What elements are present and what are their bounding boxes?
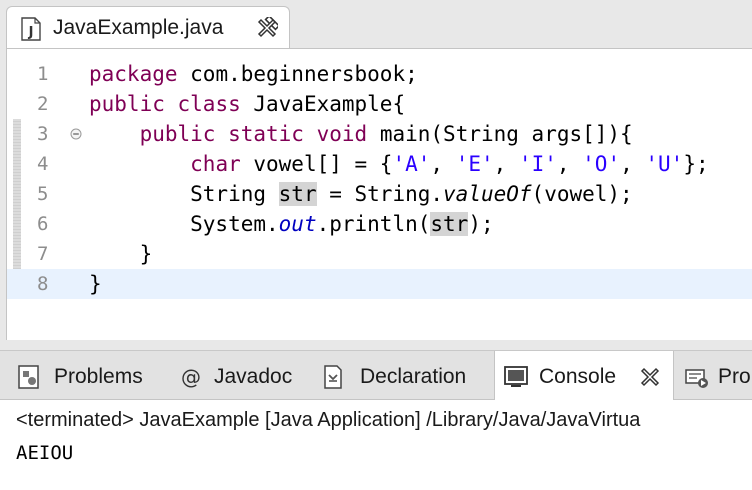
- token: ,: [430, 152, 456, 176]
- code-text[interactable]: }: [89, 269, 102, 299]
- java-file-icon: J: [21, 17, 41, 41]
- token: JavaExample{: [240, 92, 406, 116]
- line-number: 5: [37, 183, 49, 205]
- line-number: 4: [37, 153, 49, 175]
- token: ,: [493, 152, 519, 176]
- token-kw: static: [228, 122, 304, 146]
- code-line[interactable]: 8}: [7, 269, 752, 299]
- tab-label: Problems: [54, 365, 143, 388]
- token: ,: [556, 152, 583, 176]
- tab-label: Declaration: [360, 365, 467, 388]
- close-icon[interactable]: [639, 366, 661, 388]
- token-kw: public: [89, 92, 165, 116]
- line-number: 6: [37, 213, 49, 235]
- at-icon: @: [181, 365, 201, 389]
- token-kw: package: [89, 62, 178, 86]
- token-occ: str: [430, 212, 469, 236]
- code-text[interactable]: package com.beginnersbook;: [89, 59, 418, 89]
- token-occ: str: [278, 182, 317, 206]
- editor-tab-bar: J JavaExample.java: [0, 0, 752, 48]
- console-output[interactable]: AEIOU: [16, 440, 73, 466]
- console-view[interactable]: <terminated> JavaExample [Java Applicati…: [0, 400, 752, 490]
- token: }: [89, 242, 153, 266]
- line-number: 2: [37, 93, 49, 115]
- code-text[interactable]: public static void main(String args[]){: [89, 119, 633, 149]
- code-line[interactable]: 5 String str = String.valueOf(vowel);: [7, 179, 752, 209]
- token-str: 'E': [455, 152, 494, 176]
- tab-progress[interactable]: Pro: [678, 351, 752, 401]
- token: (vowel);: [531, 182, 633, 206]
- token: }: [89, 272, 102, 296]
- line-number: 7: [37, 243, 49, 265]
- declaration-icon: [324, 365, 342, 389]
- code-text[interactable]: public class JavaExample{: [89, 89, 405, 119]
- tab-problems[interactable]: Problems: [6, 351, 164, 401]
- line-number: 3: [37, 123, 49, 145]
- console-status-line: <terminated> JavaExample [Java Applicati…: [16, 409, 641, 431]
- svg-text:@: @: [181, 365, 201, 389]
- tab-label: Javadoc: [214, 365, 293, 388]
- token: vowel[] = {: [240, 152, 393, 176]
- token-kw: class: [177, 92, 241, 116]
- token-kw: char: [190, 152, 241, 176]
- fold-collapse-icon[interactable]: [70, 128, 82, 140]
- editor-tab-javaexample[interactable]: J JavaExample.java: [6, 6, 290, 48]
- token: .println(: [316, 212, 431, 236]
- token-str: 'O': [582, 152, 621, 176]
- token: );: [468, 212, 494, 236]
- progress-icon: [685, 369, 708, 388]
- token-str: 'U': [645, 152, 684, 176]
- code-text[interactable]: System.out.println(str);: [89, 209, 494, 239]
- token: ,: [620, 152, 646, 176]
- code-line[interactable]: 7 }: [7, 239, 752, 269]
- code-text[interactable]: char vowel[] = {'A', 'E', 'I', 'O', 'U'}…: [89, 149, 709, 179]
- code-line[interactable]: 6 System.out.println(str);: [7, 209, 752, 239]
- close-icon[interactable]: [256, 17, 278, 39]
- token: main(String args[]){: [367, 122, 633, 146]
- tab-label: Console: [539, 365, 617, 388]
- code-line[interactable]: 4 char vowel[] = {'A', 'E', 'I', 'O', 'U…: [7, 149, 752, 179]
- console-icon: [504, 366, 528, 387]
- editor-tab-label: JavaExample.java: [53, 16, 224, 39]
- tab-label: Pro: [718, 365, 751, 388]
- token-fld: out: [278, 212, 317, 236]
- token: };: [683, 152, 709, 176]
- token-str: 'I': [518, 152, 557, 176]
- svg-text:J: J: [28, 25, 34, 40]
- token-it: valueOf: [443, 182, 532, 206]
- line-number: 8: [37, 273, 49, 295]
- token: System.: [89, 212, 279, 236]
- token: String: [89, 182, 279, 206]
- problems-icon: [18, 365, 39, 389]
- token: com.beginnersbook;: [177, 62, 418, 86]
- token: = String.: [316, 182, 444, 206]
- code-text[interactable]: String str = String.valueOf(vowel);: [89, 179, 633, 209]
- code-line[interactable]: 1 package com.beginnersbook;: [7, 59, 752, 89]
- token-str: 'A': [392, 152, 431, 176]
- tab-javadoc[interactable]: @ Javadoc: [170, 351, 310, 401]
- token-kw: public: [139, 122, 216, 146]
- code-editor[interactable]: 1 package com.beginnersbook; 2 public class…: [6, 48, 752, 340]
- line-number: 1: [37, 63, 49, 85]
- tab-console[interactable]: Console: [494, 351, 674, 402]
- token-kw: void: [316, 122, 368, 146]
- tab-declaration[interactable]: Declaration: [314, 351, 490, 401]
- view-tab-bar: Problems @ Javadoc Declaration Console P…: [0, 350, 752, 402]
- code-line[interactable]: 2 public class JavaExample{: [7, 89, 752, 119]
- code-text[interactable]: }: [89, 239, 153, 269]
- code-line[interactable]: 3 public static void main(String args[])…: [7, 119, 752, 149]
